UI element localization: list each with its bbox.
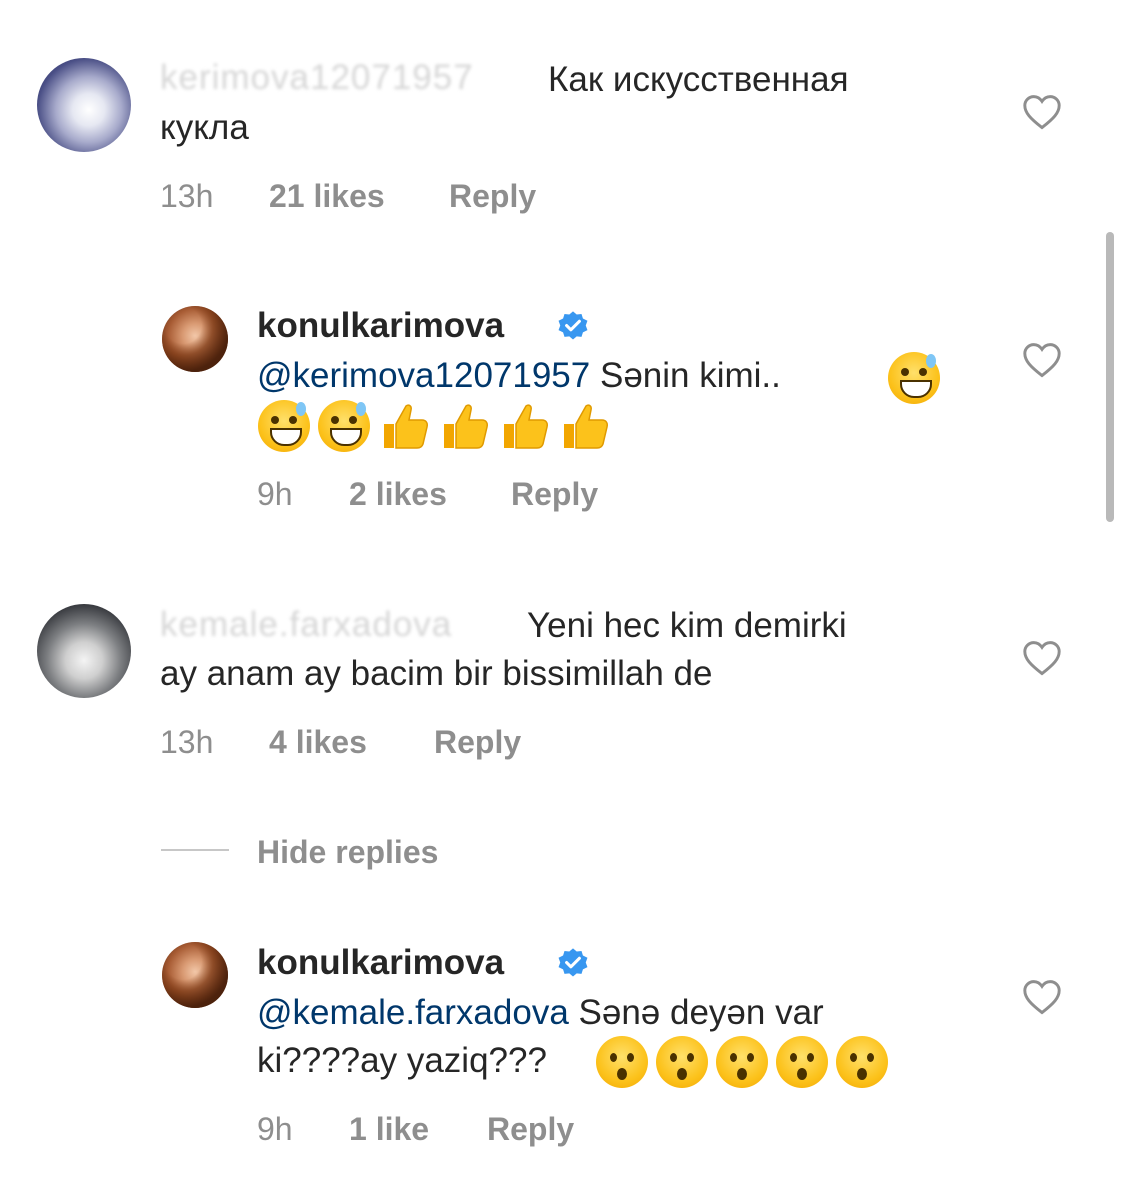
heart-outline-icon[interactable] [1022, 979, 1062, 1015]
avatar[interactable] [37, 604, 131, 698]
comment-body: Sənə deyən var [568, 993, 824, 1032]
hushed-face-emoji [716, 1036, 768, 1088]
thumbs-up-emoji [384, 404, 428, 449]
comment-text: кукла [160, 108, 249, 147]
heart-outline-icon[interactable] [1022, 342, 1062, 378]
scrollbar[interactable] [1106, 232, 1114, 522]
comment-likes[interactable]: 2 likes [349, 476, 447, 513]
hushed-face-emoji [596, 1036, 648, 1088]
comment-body: Sənin kimi.. [590, 356, 781, 395]
comment-text: ay anam ay bacim bir bissimillah de [160, 654, 713, 693]
hushed-face-emoji [776, 1036, 828, 1088]
reply-button[interactable]: Reply [487, 1111, 574, 1148]
comment-text: ki????ay yaziq??? [257, 1041, 547, 1080]
reply-button[interactable]: Reply [511, 476, 598, 513]
reply-button[interactable]: Reply [434, 724, 521, 761]
divider-line [161, 849, 229, 851]
comment-text: Как искусственная [548, 60, 849, 99]
comment-username[interactable]: kerimova12071957 [160, 58, 474, 98]
comment-username[interactable]: kemale.farxadova [160, 605, 452, 645]
emoji-row [258, 400, 610, 452]
comment-username[interactable]: konulkarimova [257, 943, 504, 983]
hushed-face-emoji [656, 1036, 708, 1088]
emoji-row [596, 1036, 888, 1088]
comment-text: @kemale.farxadova Sənə deyən var [257, 989, 824, 1037]
comment-likes[interactable]: 4 likes [269, 724, 367, 761]
heart-outline-icon[interactable] [1022, 640, 1062, 676]
verified-badge-icon [558, 311, 588, 340]
avatar[interactable] [162, 306, 228, 372]
thumbs-up-emoji [444, 404, 488, 449]
verified-badge-icon [558, 948, 588, 977]
comment-time: 13h [160, 724, 214, 760]
mention-link[interactable]: @kemale.farxadova [257, 993, 569, 1032]
grinning-sweat-emoji [318, 400, 370, 452]
comment-likes[interactable]: 21 likes [269, 178, 385, 215]
avatar[interactable] [37, 58, 131, 152]
comment-time: 13h [160, 178, 214, 214]
mention-link[interactable]: @kerimova12071957 [257, 356, 590, 395]
comment-text: @kerimova12071957 Sənin kimi.. [257, 352, 781, 400]
avatar[interactable] [162, 942, 228, 1008]
comment-text: Yeni hec kim demirki [527, 606, 847, 645]
hushed-face-emoji [836, 1036, 888, 1088]
grinning-sweat-emoji [888, 352, 940, 404]
comment-username[interactable]: konulkarimova [257, 306, 504, 346]
grinning-sweat-emoji [258, 400, 310, 452]
reply-button[interactable]: Reply [449, 178, 536, 215]
hide-replies-button[interactable]: Hide replies [257, 834, 438, 871]
thumbs-up-emoji [504, 404, 548, 449]
comment-likes[interactable]: 1 like [349, 1111, 429, 1148]
thumbs-up-emoji [564, 404, 608, 449]
comment-time: 9h [257, 1111, 293, 1147]
comment-time: 9h [257, 476, 293, 512]
heart-outline-icon[interactable] [1022, 94, 1062, 130]
